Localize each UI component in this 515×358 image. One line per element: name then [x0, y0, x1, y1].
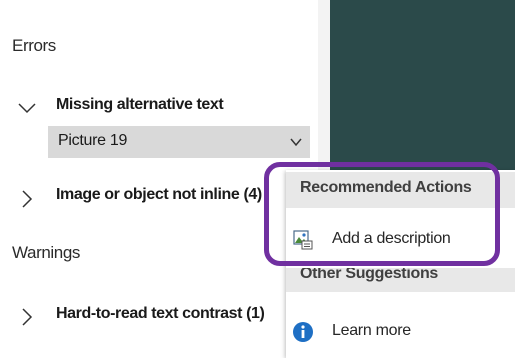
hard-to-read-contrast-item[interactable]: Hard-to-read text contrast (1) — [56, 305, 265, 323]
info-icon — [292, 321, 314, 343]
errors-heading: Errors — [12, 36, 56, 55]
picture-19-label: Picture 19 — [58, 132, 128, 149]
learn-more-menu-item[interactable]: Learn more — [286, 312, 515, 352]
picture-19-row[interactable]: Picture 19 — [48, 126, 310, 158]
learn-more-label: Learn more — [332, 322, 411, 339]
chevron-right-icon[interactable] — [16, 306, 38, 328]
other-suggestions-title: Other Suggestions — [300, 268, 439, 282]
warnings-heading: Warnings — [12, 243, 80, 262]
chevron-down-icon[interactable] — [16, 97, 38, 119]
chevron-down-icon[interactable] — [288, 134, 304, 150]
chevron-right-icon[interactable] — [16, 188, 38, 210]
highlight-annotation — [264, 162, 500, 266]
other-suggestions-header: Other Suggestions — [286, 268, 515, 292]
image-not-inline-item[interactable]: Image or object not inline (4) — [56, 186, 262, 204]
missing-alt-text-item[interactable]: Missing alternative text — [56, 96, 224, 114]
